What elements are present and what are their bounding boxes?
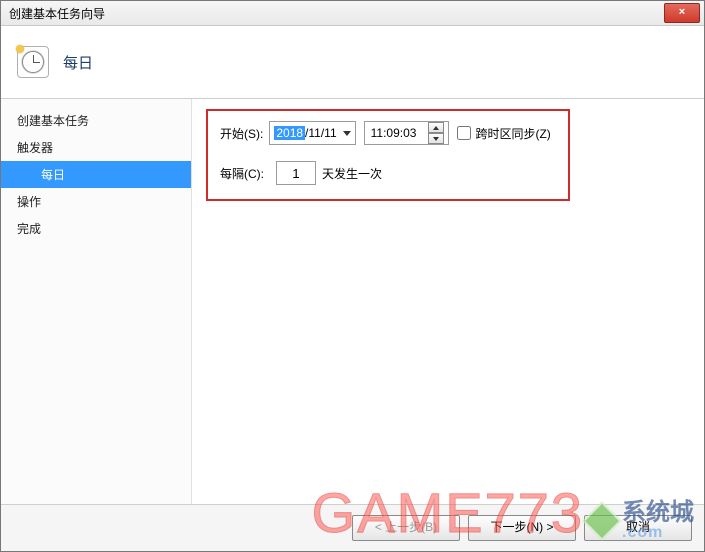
- start-time-picker[interactable]: 11:09:03: [364, 121, 450, 145]
- step-daily[interactable]: 每日: [1, 161, 191, 188]
- start-row: 开始(S): 2018 /11/11 11:09:03: [220, 121, 556, 145]
- next-button[interactable]: 下一步(N) >: [468, 515, 576, 541]
- start-date-picker[interactable]: 2018 /11/11: [269, 121, 355, 145]
- spinner-up-button[interactable]: [428, 122, 444, 133]
- step-finish[interactable]: 完成: [1, 215, 191, 242]
- wizard-window: 创建基本任务向导 × 每日 创建基本任务 触发器 每日 操作 完成 开始(S):…: [0, 0, 705, 552]
- recur-days-input[interactable]: [276, 161, 316, 185]
- close-button[interactable]: ×: [664, 3, 700, 23]
- chevron-down-icon: [343, 131, 351, 136]
- date-rest: /11/11: [305, 126, 337, 140]
- step-trigger[interactable]: 触发器: [1, 134, 191, 161]
- wizard-steps-sidebar: 创建基本任务 触发器 每日 操作 完成: [1, 99, 192, 504]
- page-title: 每日: [63, 52, 93, 73]
- tz-sync-checkbox[interactable]: [457, 126, 471, 140]
- start-label: 开始(S):: [220, 125, 263, 142]
- spinner-down-button[interactable]: [428, 133, 444, 144]
- recur-row: 每隔(C): 天发生一次: [220, 161, 556, 185]
- recur-label: 每隔(C):: [220, 165, 264, 182]
- time-value: 11:09:03: [371, 126, 417, 140]
- clock-wizard-icon: [17, 46, 49, 78]
- highlight-box: 开始(S): 2018 /11/11 11:09:03: [206, 109, 570, 201]
- footer: < 上一步(B) 下一步(N) > 取消 GAME773 系统城 .com: [1, 504, 704, 551]
- recur-suffix: 天发生一次: [322, 165, 382, 182]
- content-pane: 开始(S): 2018 /11/11 11:09:03: [192, 99, 704, 504]
- step-create-basic-task[interactable]: 创建基本任务: [1, 107, 191, 134]
- tz-sync-label: 跨时区同步(Z): [475, 125, 550, 142]
- tz-sync-checkbox-wrap[interactable]: 跨时区同步(Z): [457, 125, 550, 142]
- step-action[interactable]: 操作: [1, 188, 191, 215]
- titlebar: 创建基本任务向导 ×: [1, 1, 704, 26]
- body: 创建基本任务 触发器 每日 操作 完成 开始(S): 2018 /11/11 1…: [1, 99, 704, 504]
- cancel-button[interactable]: 取消: [584, 515, 692, 541]
- time-spinner: [428, 122, 444, 144]
- window-title: 创建基本任务向导: [9, 5, 664, 22]
- header-band: 每日: [1, 26, 704, 99]
- back-button[interactable]: < 上一步(B): [352, 515, 460, 541]
- date-year-selected: 2018: [274, 126, 305, 140]
